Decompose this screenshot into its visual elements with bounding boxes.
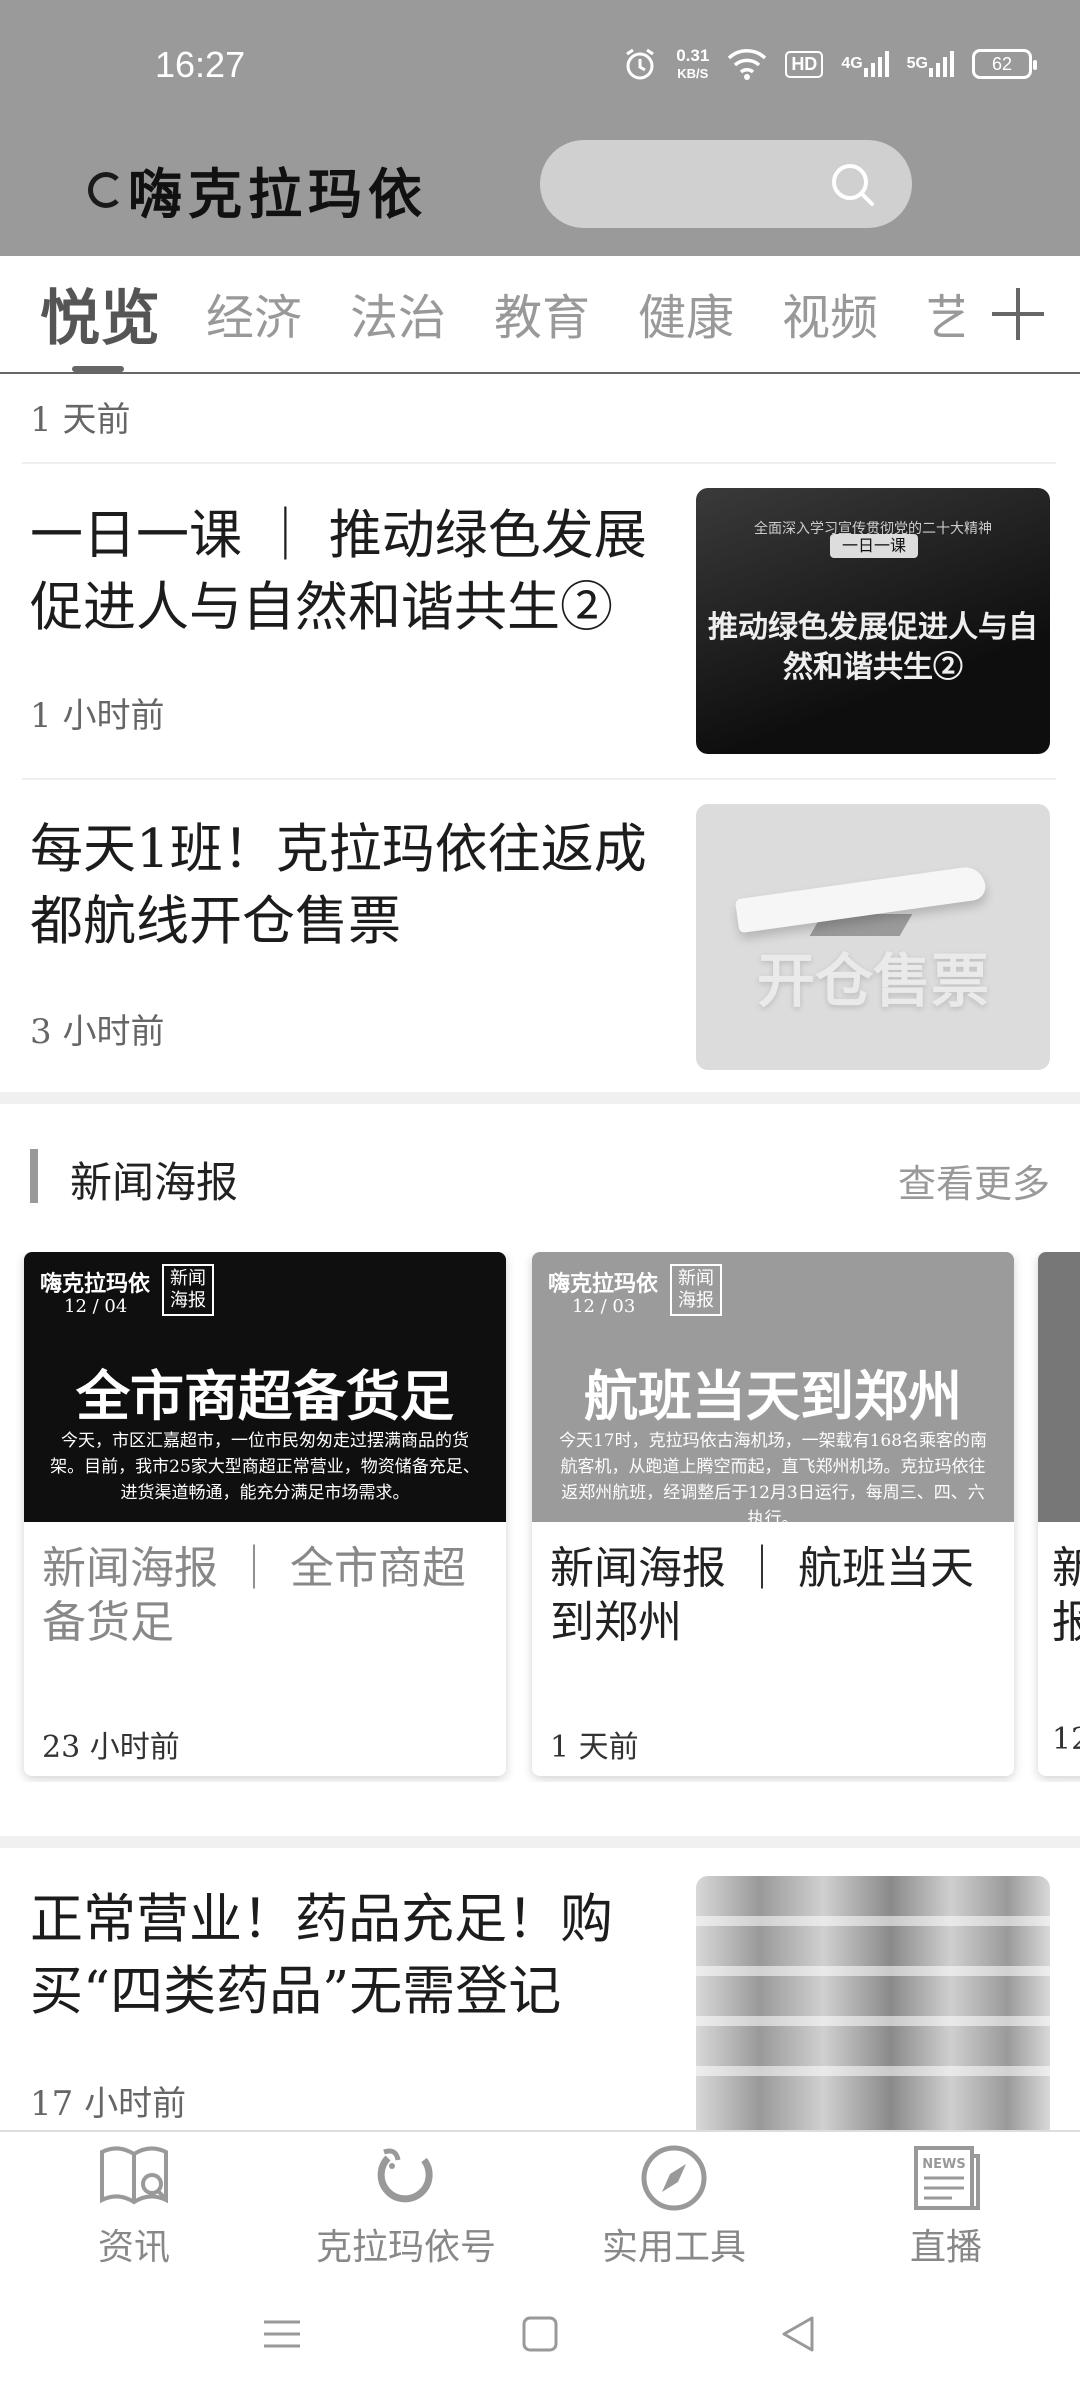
compass-icon [641,2145,707,2211]
article-thumbnail: 全面深入学习宣传贯彻党的二十大精神 一日一课 推动绿色发展促进人与自然和谐共生② [696,488,1050,754]
article-card[interactable]: 每天1班！克拉玛依往返成都航线开仓售票 3 小时前 开仓售票 [0,796,1080,1086]
hd-icon: HD [785,50,824,78]
article-card[interactable]: 一日一课 ｜ 推动绿色发展促进人与自然和谐共生② 1 小时前 全面深入学习宣传贯… [0,480,1080,766]
active-tab-indicator [72,366,124,372]
menu-icon[interactable] [262,2314,302,2354]
poster-card-peek[interactable]: 新 报 12 [1038,1252,1080,1776]
section-title: 新闻海报 [70,1158,239,1207]
thumb-caption-big: 推动绿色发展促进人与自然和谐共生② [708,610,1038,685]
poster-headline: 全市商超备货足 [76,1364,454,1428]
poster-card[interactable]: 嗨克拉玛依 12 / 03 新闻海报 航班当天到郑州 今天17时，克拉玛依古海机… [532,1252,1014,1776]
tab-health[interactable]: 健康 [638,278,734,348]
poster-time: 1 天前 [550,1730,639,1765]
category-tabs: 悦览 经济 法治 教育 健康 视频 艺 [0,256,1080,374]
tab-art[interactable]: 艺 [926,278,964,348]
back-icon[interactable] [778,2314,818,2354]
add-channel-icon[interactable] [992,288,1044,340]
poster-title: 新 报 [1052,1543,1080,1648]
signal-5g-icon: 5G [907,50,954,78]
thumb-pill: 一日一课 [830,534,918,558]
shelf [696,1966,1050,1976]
nav-label: 资讯 [97,2227,170,2268]
article-thumbnail: 开仓售票 [696,804,1050,1070]
poster-section-header: 新闻海报 查看更多 [0,1145,1080,1209]
bottom-navigation: 资讯 克拉玛依号 实用工具 NEWS 直播 [0,2130,1080,2270]
article-title: 一日一课 ｜ 推动绿色发展促进人与自然和谐共生② [30,505,647,638]
nav-item-karamay-account[interactable]: 克拉玛依号 [296,2142,516,2270]
signal-4g-icon: 4G [841,50,889,78]
network-speed: 0.31 KB/S [676,47,709,82]
section-gap [0,1836,1080,1848]
book-icon [100,2146,168,2205]
tab-yuelan[interactable]: 悦览 [40,270,160,357]
search-icon [832,164,874,206]
status-time: 16:27 [155,44,246,85]
poster-body: 今天17时，克拉玛依古海机场，一架载有168名乘客的南航客机，从跑道上腾空而起，… [558,1431,988,1529]
tab-law[interactable]: 法治 [350,278,446,348]
section-gap [0,1092,1080,1104]
stub-article-time: 1 天前 [30,400,131,440]
wifi-icon [727,48,767,80]
net-speed-unit: KB/S [677,65,709,81]
divider [22,778,1056,780]
poster-tag: 新闻海报 [162,1264,214,1316]
news-icon: NEWS [914,2146,980,2210]
section-accent-bar [30,1149,38,1203]
divider [22,462,1056,464]
poster-date: 12 / 04 [64,1296,128,1317]
brand-icon [377,2148,433,2203]
tab-video[interactable]: 视频 [782,278,878,348]
poster-title: 新闻海报 ｜ 全市商超备货足 [42,1543,466,1648]
article-time: 17 小时前 [30,2084,187,2124]
battery-icon: 62 [972,49,1037,79]
article-time: 3 小时前 [30,1012,165,1052]
poster-body: 今天，市区汇嘉超市，一位市民匆匆走过摆满商品的货架。目前，我市25家大型商超正常… [50,1431,480,1503]
poster-brand: 嗨克拉玛依 [40,1271,151,1297]
signal-5g-label: 5G [906,55,928,72]
app-logo[interactable]: 嗨克拉玛依 [88,150,428,229]
article-title: 正常营业！药品充足！购买“四类药品”无需登记 [30,1889,613,2022]
signal-4g-label: 4G [841,55,863,72]
nav-item-live[interactable]: NEWS 直播 [836,2142,1056,2270]
nav-label: 实用工具 [601,2227,746,2268]
nav-item-news[interactable]: 资讯 [24,2142,244,2270]
nav-item-tools[interactable]: 实用工具 [564,2142,784,2270]
thumb-caption-big: 开仓售票 [756,947,989,1015]
poster-image: 嗨克拉玛依 12 / 04 新闻海报 全市商超备货足 今天，市区汇嘉超市，一位市… [24,1252,506,1522]
net-speed-value: 0.31 [676,45,710,65]
poster-carousel[interactable]: 嗨克拉玛依 12 / 04 新闻海报 全市商超备货足 今天，市区汇嘉超市，一位市… [0,1252,1080,1782]
home-icon[interactable] [520,2314,560,2354]
article-card[interactable]: 正常营业！药品充足！购买“四类药品”无需登记 17 小时前 [0,1870,1080,2132]
tab-economy[interactable]: 经济 [206,278,302,348]
tab-education[interactable]: 教育 [494,278,590,348]
top-header: 16:27 0.31 KB/S HD 4G 5G 62 嗨克拉玛依 [0,0,1080,256]
article-time: 1 小时前 [30,696,165,736]
poster-image: 嗨克拉玛依 12 / 03 新闻海报 航班当天到郑州 今天17时，克拉玛依古海机… [532,1252,1014,1529]
nav-label: 直播 [909,2227,982,2268]
poster-image [1038,1252,1080,1522]
poster-tag: 新闻海报 [670,1264,722,1316]
shelf [696,2016,1050,2026]
status-bar: 16:27 0.31 KB/S HD 4G 5G 62 [0,0,1080,130]
poster-time: 12 [1052,1722,1080,1757]
search-bar[interactable] [540,140,912,228]
poster-title: 新闻海报 ｜ 航班当天到郑州 [550,1543,974,1648]
poster-headline: 航班当天到郑州 [584,1364,962,1428]
alarm-icon [622,46,658,82]
article-thumbnail [696,1876,1050,2132]
poster-brand: 嗨克拉玛依 [548,1271,659,1297]
logo-text: 嗨克拉玛依 [128,162,428,226]
nav-label: 克拉玛依号 [315,2227,496,2268]
poster-date: 12 / 03 [572,1296,636,1317]
status-icons: 0.31 KB/S HD 4G 5G 62 [622,46,1037,82]
system-navigation-bar [0,2270,1080,2400]
see-more-link[interactable]: 查看更多 [898,1153,1050,1208]
shelf [696,1916,1050,1926]
poster-card[interactable]: 嗨克拉玛依 12 / 04 新闻海报 全市商超备货足 今天，市区汇嘉超市，一位市… [24,1252,506,1776]
article-title: 每天1班！克拉玛依往返成都航线开仓售票 [30,819,647,952]
news-icon-text: NEWS [922,2157,965,2172]
logo-mark-icon [88,171,124,208]
shelf [696,2066,1050,2076]
poster-time: 23 小时前 [42,1730,180,1765]
